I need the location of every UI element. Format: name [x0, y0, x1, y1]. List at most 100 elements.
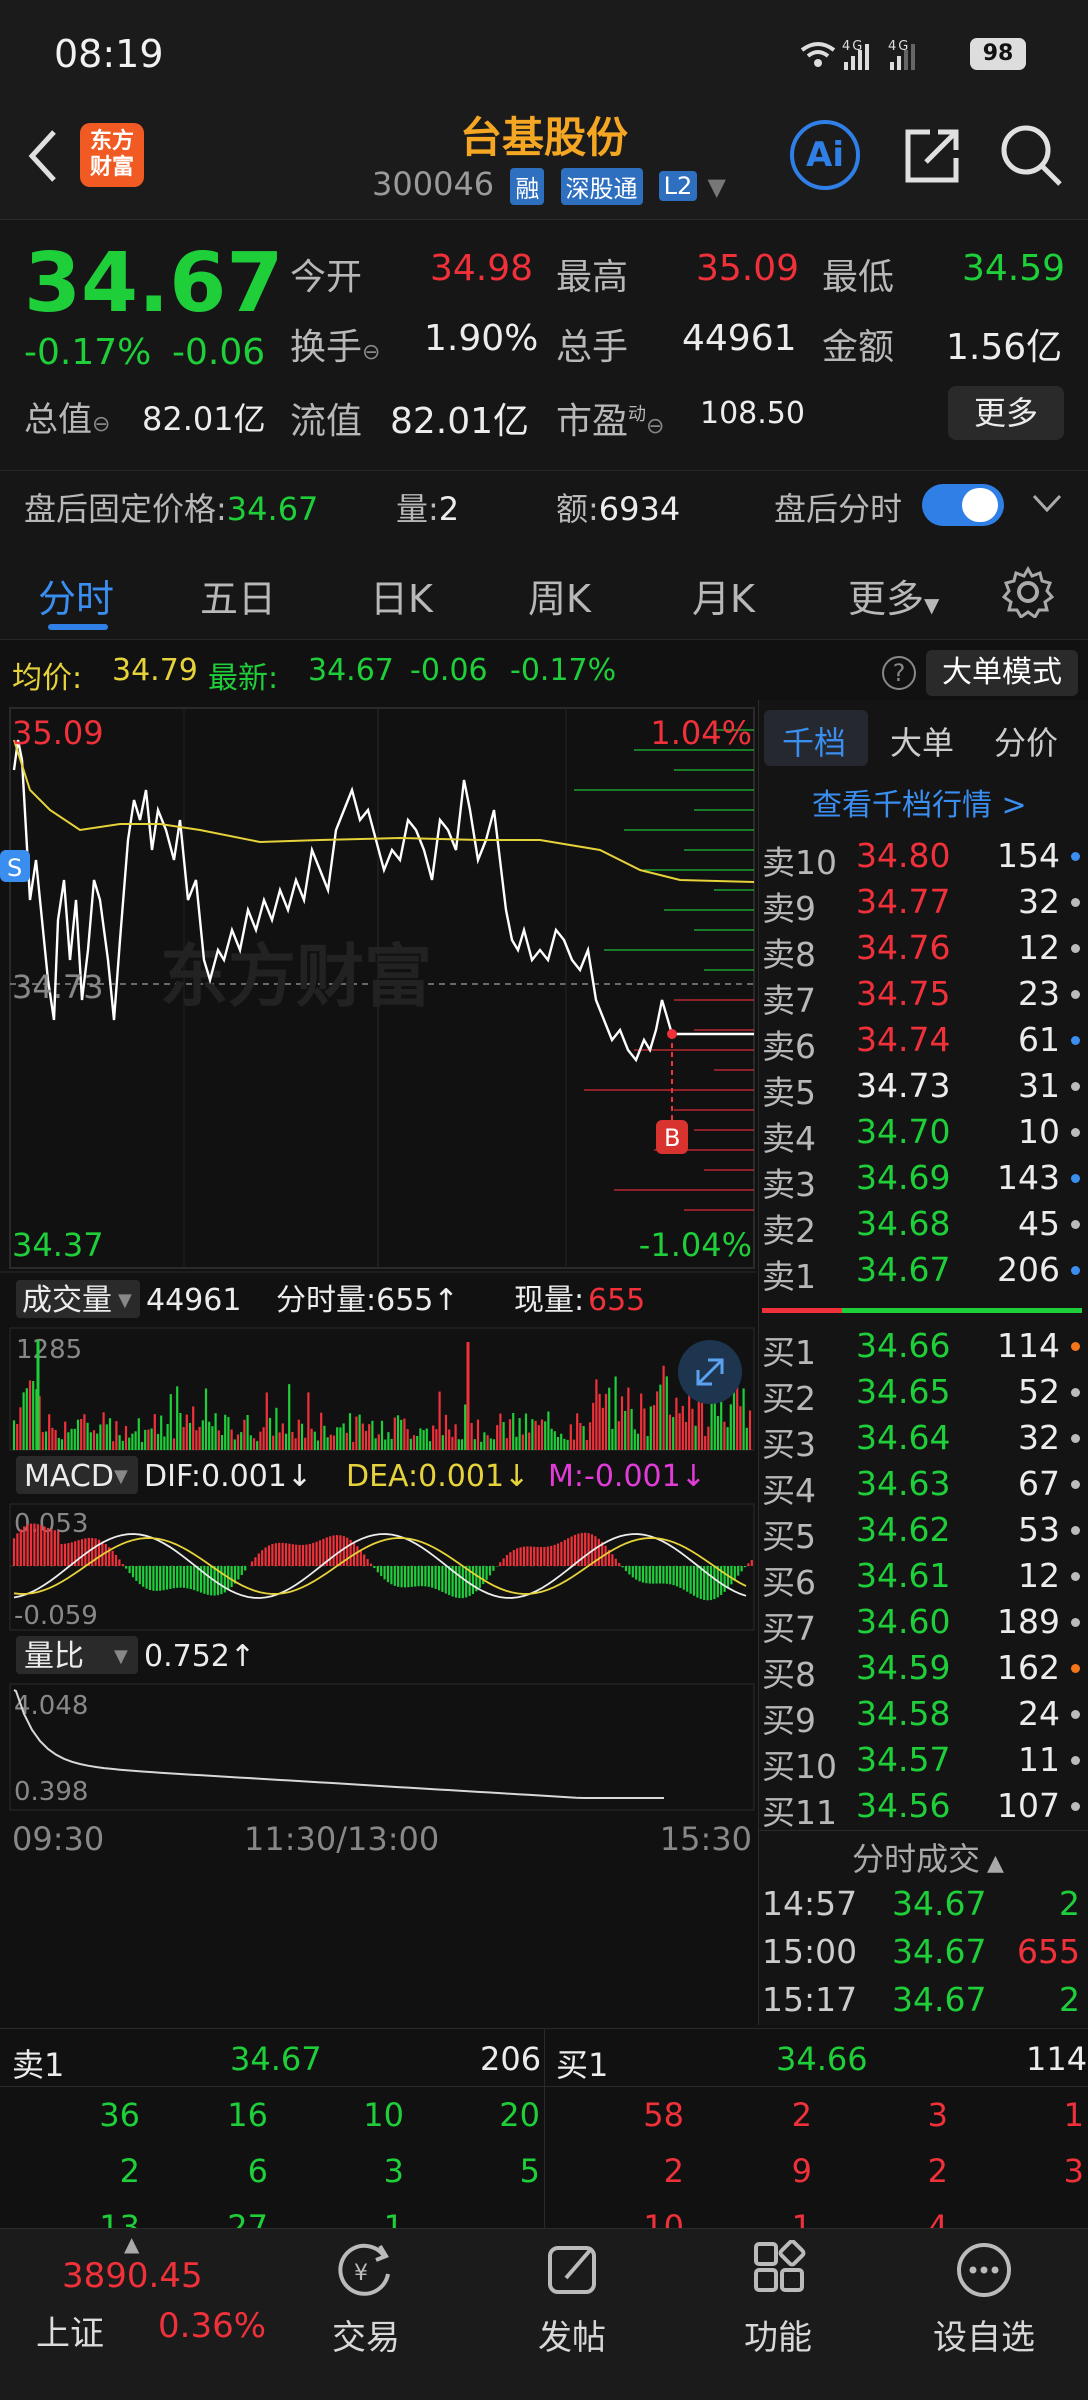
change-abs: -0.06: [172, 332, 266, 373]
level-label: 买9: [762, 1701, 816, 1740]
trade-volume: 2: [1059, 1980, 1080, 2019]
level-dot-icon: [1071, 1618, 1080, 1627]
level-volume: 154: [997, 836, 1060, 875]
amount-label: 金额: [822, 327, 895, 368]
wifi-signal-icon: 4G 4G: [800, 39, 915, 70]
level-volume: 114: [997, 1326, 1060, 1365]
level-label: 卖7: [762, 981, 816, 1020]
ask-row: 卖9 34.77 32: [762, 882, 1080, 928]
level-detail-cell: 5: [519, 2152, 540, 2190]
margin-tag: 融: [510, 167, 545, 205]
tab-five-day[interactable]: 五日: [200, 568, 276, 623]
level-volume: 206: [997, 1250, 1060, 1289]
help-icon[interactable]: ?: [882, 656, 916, 690]
level-volume: 12: [1018, 1556, 1060, 1595]
ask-row: 卖1 34.67 206: [762, 1250, 1080, 1296]
ob-tab-big[interactable]: 大单: [890, 718, 954, 764]
ob-tab-levels[interactable]: 千档: [782, 718, 846, 764]
level-label: 买10: [762, 1747, 837, 1786]
add-watchlist-icon[interactable]: [954, 2240, 1014, 2300]
dropdown-icon[interactable]: ▼: [707, 173, 725, 201]
current-price: 34.67: [24, 236, 284, 331]
level-label: 卖8: [762, 935, 816, 974]
divider: [758, 1830, 1088, 1831]
volume-label: 总手: [556, 327, 629, 368]
nav-add-watchlist[interactable]: 设自选: [924, 2310, 1044, 2359]
level-label: 卖5: [762, 1073, 816, 1112]
intraday-chart[interactable]: 东方财富 35.09 34.73 34.37 1.04% -1.04% S B …: [0, 700, 756, 2030]
index-value[interactable]: 3890.45: [62, 2256, 203, 2296]
current-volume-label: 现量:: [514, 1283, 584, 1318]
view-levels-link[interactable]: 查看千档行情 >: [812, 780, 1027, 824]
level-detail-cell: 1: [1063, 2096, 1084, 2134]
level-price: 34.64: [856, 1418, 951, 1457]
caret-up-icon: ▲: [124, 2232, 140, 2256]
volume-total: 44961: [146, 1283, 241, 1318]
bid-row: 买5 34.62 53: [762, 1510, 1080, 1556]
turnover-value: 1.90%: [424, 318, 539, 359]
post-icon[interactable]: [544, 2240, 604, 2300]
chevron-down-icon[interactable]: [1030, 488, 1064, 522]
avg-label: 均价:: [12, 661, 83, 696]
trade-time: 15:17: [762, 1980, 858, 2019]
tab-intraday[interactable]: 分时: [38, 568, 114, 623]
amount-value: 1.56亿: [946, 327, 1063, 368]
tab-weekly-k[interactable]: 周K: [528, 568, 591, 623]
trade-price: 34.67: [892, 1980, 987, 2019]
index-name[interactable]: 上证: [36, 2306, 104, 2355]
level-label: 买8: [762, 1655, 816, 1694]
tab-monthly-k[interactable]: 月K: [692, 568, 755, 623]
more-button[interactable]: 更多: [948, 386, 1064, 440]
tab-more[interactable]: 更多▼: [848, 568, 939, 623]
level-price: 34.70: [856, 1112, 951, 1151]
trade-time: 14:57: [762, 1884, 858, 1923]
functions-icon[interactable]: [750, 2239, 810, 2300]
level-detail-cell: 9: [791, 2152, 812, 2190]
period-volume: 分时量:655↑: [276, 1283, 459, 1318]
stock-code-row: 300046 融 深股通 L2 ▼: [372, 165, 726, 205]
time-end: 15:30: [660, 1820, 752, 1858]
level-detail-cell: 2: [791, 2096, 812, 2134]
level-label: 卖3: [762, 1165, 816, 1204]
level-dot-icon: [1071, 1174, 1080, 1183]
volume-bars: [12, 1340, 752, 1450]
settings-gear-icon[interactable]: [1001, 565, 1055, 622]
trade-volume: 655: [1017, 1932, 1080, 1971]
float-mv-label: 流值: [290, 401, 363, 442]
nav-post[interactable]: 发帖: [512, 2310, 632, 2359]
nav-trade[interactable]: 交易: [306, 2310, 426, 2359]
level-volume: 67: [1018, 1464, 1060, 1503]
total-mv-label: 总值⊖: [24, 400, 111, 440]
big-order-mode-button[interactable]: 大单模式: [926, 650, 1078, 696]
share-icon[interactable]: [900, 124, 964, 192]
level-label: 买5: [762, 1517, 816, 1556]
trade-price: 34.67: [892, 1932, 987, 1971]
trade-icon[interactable]: ¥: [336, 2240, 396, 2300]
after-hours-volume: 量:2: [396, 490, 460, 528]
after-hours-toggle-label: 盘后分时: [774, 490, 903, 528]
index-pct[interactable]: 0.36%: [158, 2306, 266, 2346]
level-price: 34.76: [856, 928, 951, 967]
tab-daily-k[interactable]: 日K: [370, 568, 433, 623]
trade-row: 14:57 34.67 2: [762, 1884, 1080, 1930]
level-price: 34.73: [856, 1066, 951, 1105]
price-axis-bottom: 34.37: [12, 1226, 104, 1264]
trades-header[interactable]: 分时成交 ▲: [852, 1834, 1004, 1880]
ask-row: 卖4 34.70 10: [762, 1112, 1080, 1158]
open-value: 34.98: [430, 248, 534, 289]
bid-row: 买4 34.63 67: [762, 1464, 1080, 1510]
level-volume: 11: [1018, 1740, 1060, 1779]
level-price: 34.69: [856, 1158, 951, 1197]
search-icon[interactable]: [998, 122, 1064, 192]
level-volume: 10: [1018, 1112, 1060, 1151]
level-dot-icon: [1071, 852, 1080, 861]
battery-level: 98: [982, 41, 1014, 66]
ai-button[interactable]: Ai: [790, 120, 860, 190]
nav-functions[interactable]: 功能: [718, 2310, 838, 2359]
table-divider: [544, 2028, 545, 2228]
level-price: 34.56: [856, 1786, 951, 1825]
ask-row: 卖6 34.74 61: [762, 1020, 1080, 1066]
current-volume: 655: [588, 1283, 645, 1318]
level-price: 34.63: [856, 1464, 951, 1503]
ob-tab-price[interactable]: 分价: [994, 718, 1058, 764]
